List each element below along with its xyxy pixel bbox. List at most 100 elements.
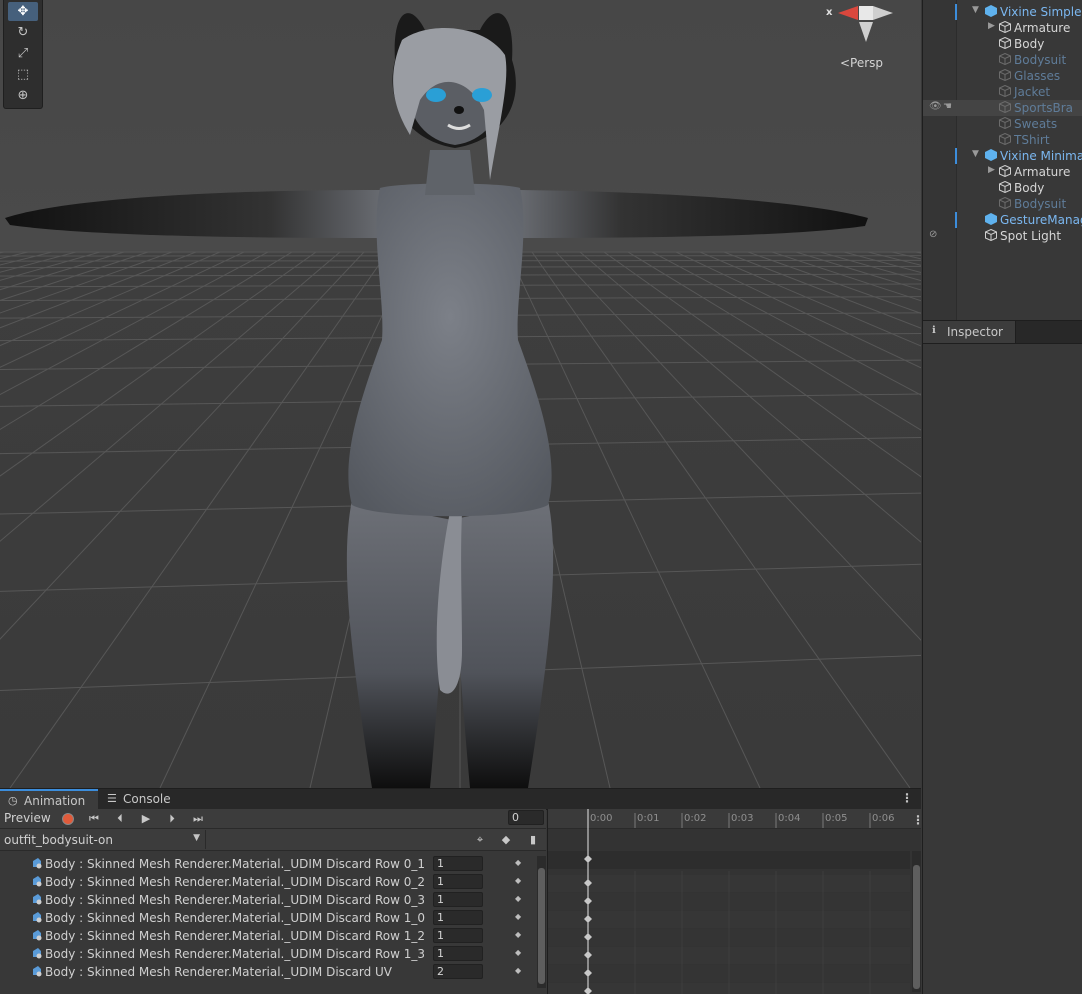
expand-arrow-icon[interactable]: ▼ xyxy=(972,149,979,159)
hierarchy-item[interactable]: ▼Vixine Minimal xyxy=(923,148,1082,164)
add-keyframe-icon[interactable]: ◆ xyxy=(494,831,518,848)
grid-line xyxy=(556,252,921,788)
clip-dropdown[interactable]: outfit_bodysuit-on ▼ xyxy=(0,830,206,849)
property-scrollbar[interactable] xyxy=(537,856,546,988)
grid-line xyxy=(0,252,4,788)
animated-property-row[interactable]: Body : Skinned Mesh Renderer.Material._U… xyxy=(0,927,536,945)
animated-property-row[interactable]: Body : Skinned Mesh Renderer.Material._U… xyxy=(0,891,536,909)
grid-line xyxy=(0,252,172,788)
dopesheet[interactable]: 0:000:010:020:030:040:050:06 ⋮ xyxy=(547,809,921,994)
material-property-icon xyxy=(31,857,43,869)
hierarchy-item-label: Bodysuit xyxy=(1014,53,1066,67)
hierarchy-item[interactable]: Body xyxy=(923,180,1082,196)
frame-input[interactable]: 0 xyxy=(508,810,544,825)
keyframe-toggle-icon[interactable]: ◆ xyxy=(515,894,521,903)
hierarchy-item[interactable]: Bodysuit xyxy=(923,196,1082,212)
property-value-input[interactable]: 1 xyxy=(433,892,483,907)
property-value-input[interactable]: 1 xyxy=(433,874,483,889)
animated-property-row[interactable]: Body : Skinned Mesh Renderer.Material._U… xyxy=(0,855,536,873)
hierarchy-item[interactable]: Sweats xyxy=(923,116,1082,132)
grid-line xyxy=(0,252,292,788)
avatar-model[interactable] xyxy=(5,13,868,788)
clock-icon: ◷ xyxy=(8,794,18,807)
hierarchy-item[interactable]: Glasses xyxy=(923,68,1082,84)
grid-line xyxy=(820,252,921,788)
scene-canvas[interactable] xyxy=(0,0,921,788)
summary-keyframe[interactable] xyxy=(584,855,592,863)
hidden-icon[interactable]: ⊘ xyxy=(929,229,937,240)
hierarchy-item[interactable]: Bodysuit xyxy=(923,52,1082,68)
keyframe-canvas[interactable] xyxy=(548,809,921,994)
filter-icon[interactable]: ⌖ xyxy=(468,831,492,848)
preview-toggle[interactable]: Preview xyxy=(4,811,51,825)
record-button[interactable] xyxy=(56,810,80,827)
visibility-icon[interactable]: 👁 xyxy=(929,101,942,112)
first-keyframe-icon[interactable]: ⏮ xyxy=(82,810,106,827)
grid-line xyxy=(0,252,76,788)
hierarchy-item[interactable]: SportsBra👁☚ xyxy=(923,100,1082,116)
animated-property-row[interactable]: Body : Skinned Mesh Renderer.Material._U… xyxy=(0,909,536,927)
collapse-arrow-icon[interactable]: ▶ xyxy=(988,165,995,175)
scene-view[interactable]: ✥ ↻ ⤢ ⬚ ⊕ x <Persp xyxy=(0,0,921,788)
hierarchy-item[interactable]: TShirt xyxy=(923,132,1082,148)
dopesheet-options-icon[interactable]: ⋮ xyxy=(912,813,921,827)
hierarchy-item[interactable]: Spot Light⊘ xyxy=(923,228,1082,244)
tab-inspector-label: Inspector xyxy=(947,325,1003,339)
scale-tool-icon[interactable]: ⤢ xyxy=(8,44,38,63)
hierarchy-item[interactable]: ▼Vixine Simple xyxy=(923,4,1082,20)
keyframe-toggle-icon[interactable]: ◆ xyxy=(515,876,521,885)
property-value-input[interactable]: 1 xyxy=(433,946,483,961)
transform-tool-icon[interactable]: ⊕ xyxy=(8,86,38,105)
last-keyframe-icon[interactable]: ⏭ xyxy=(186,810,210,827)
orientation-gizmo[interactable] xyxy=(838,6,893,42)
perspective-toggle[interactable]: <Persp xyxy=(840,56,883,70)
dopesheet-scroll-thumb[interactable] xyxy=(913,865,920,989)
tab-inspector[interactable]: ℹ Inspector xyxy=(923,321,1016,343)
previous-keyframe-icon[interactable]: ⏴ xyxy=(108,810,132,827)
prefab-marker xyxy=(955,148,957,164)
next-keyframe-icon[interactable]: ⏵ xyxy=(160,810,184,827)
hierarchy-item-label: TShirt xyxy=(1014,133,1050,147)
keyframe-toggle-icon[interactable]: ◆ xyxy=(515,858,521,867)
hierarchy-item-label: Jacket xyxy=(1014,85,1050,99)
gameobject-icon xyxy=(985,5,997,17)
tab-console[interactable]: ☰ Console xyxy=(100,789,180,809)
gameobject-icon xyxy=(999,181,1011,193)
property-value-input[interactable]: 1 xyxy=(433,856,483,871)
animated-property-row[interactable]: Body : Skinned Mesh Renderer.Material._U… xyxy=(0,963,536,981)
hierarchy-item[interactable]: ▶Armature xyxy=(923,20,1082,36)
hierarchy-item[interactable]: Jacket xyxy=(923,84,1082,100)
keyframe-toggle-icon[interactable]: ◆ xyxy=(515,966,521,975)
property-name: Body : Skinned Mesh Renderer.Material._U… xyxy=(45,947,425,961)
collapse-arrow-icon[interactable]: ▶ xyxy=(988,21,995,31)
animated-property-row[interactable]: Body : Skinned Mesh Renderer.Material._U… xyxy=(0,873,536,891)
grid-line xyxy=(628,252,921,788)
keyframe-toggle-icon[interactable]: ◆ xyxy=(515,912,521,921)
grid-line xyxy=(0,252,364,788)
play-icon[interactable]: ▶ xyxy=(134,810,158,827)
tab-animation[interactable]: ◷ Animation xyxy=(0,789,98,809)
rect-tool-icon[interactable]: ⬚ xyxy=(8,65,38,84)
property-value-input[interactable]: 1 xyxy=(433,910,483,925)
expand-arrow-icon[interactable]: ▼ xyxy=(972,5,979,15)
animated-property-row[interactable]: Body : Skinned Mesh Renderer.Material._U… xyxy=(0,945,536,963)
dopesheet-scrollbar[interactable] xyxy=(912,851,921,992)
hierarchy-item[interactable]: ▶Armature xyxy=(923,164,1082,180)
keyframe-toggle-icon[interactable]: ◆ xyxy=(515,948,521,957)
gameobject-icon xyxy=(985,229,997,241)
add-event-icon[interactable]: ▮ xyxy=(521,831,545,848)
animation-window: ◷ Animation ☰ Console ⋮ Preview ⏮ ⏴ ▶ ⏵ … xyxy=(0,788,921,994)
gameobject-icon xyxy=(999,53,1011,65)
grid-line xyxy=(0,252,268,788)
grid-line xyxy=(0,252,52,788)
pickability-icon[interactable]: ☚ xyxy=(943,101,952,112)
hierarchy-item[interactable]: GestureManager xyxy=(923,212,1082,228)
property-value-input[interactable]: 2 xyxy=(433,964,483,979)
move-tool-icon[interactable]: ✥ xyxy=(8,2,38,21)
more-options-icon[interactable]: ⋮ xyxy=(901,791,913,805)
hierarchy-item[interactable]: Body xyxy=(923,36,1082,52)
property-scroll-thumb[interactable] xyxy=(538,868,545,984)
rotate-tool-icon[interactable]: ↻ xyxy=(8,23,38,42)
keyframe-toggle-icon[interactable]: ◆ xyxy=(515,930,521,939)
property-value-input[interactable]: 1 xyxy=(433,928,483,943)
